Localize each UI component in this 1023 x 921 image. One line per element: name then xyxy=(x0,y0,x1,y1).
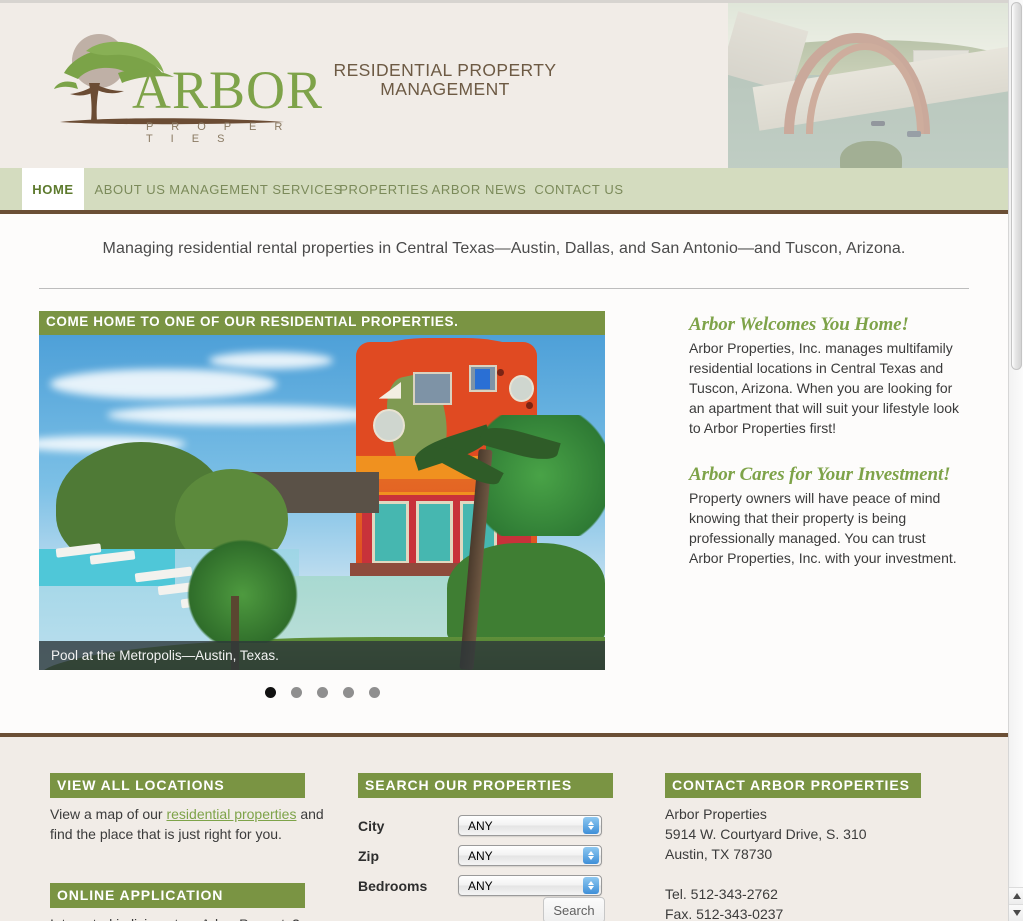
city-select-value: ANY xyxy=(468,818,493,833)
contact-street: 5914 W. Courtyard Drive, S. 310 xyxy=(665,826,867,842)
residential-properties-link[interactable]: residential properties xyxy=(166,806,296,822)
application-body: Interested in living at an Arbor Propert… xyxy=(50,914,340,921)
locations-text-before: View a map of our xyxy=(50,806,167,822)
slideshow-dot-1[interactable] xyxy=(264,686,276,698)
slideshow-dot-4[interactable] xyxy=(342,686,354,698)
search-row-bedrooms: Bedrooms ANY xyxy=(358,875,602,896)
application-heading: ONLINE APPLICATION xyxy=(50,883,305,908)
site-logo[interactable]: ARBOR P R O P E R T I E S xyxy=(34,21,322,145)
city-label: City xyxy=(358,817,385,834)
slideshow-dot-2[interactable] xyxy=(290,686,302,698)
header-tagline: RESIDENTIAL PROPERTY MANAGEMENT xyxy=(333,60,557,99)
slideshow-caption: Pool at the Metropolis—Austin, Texas. xyxy=(39,641,605,670)
chevron-down-icon xyxy=(1012,910,1021,916)
scroll-down-button[interactable] xyxy=(1009,904,1023,921)
scroll-up-button[interactable] xyxy=(1009,887,1023,904)
chevron-up-icon xyxy=(1012,893,1021,899)
footer-search-block: SEARCH OUR PROPERTIES City ANY Zip ANY B… xyxy=(358,773,648,896)
investment-heading: Arbor Cares for Your Investment! xyxy=(689,464,951,485)
bedrooms-select-value: ANY xyxy=(468,878,493,893)
nav-item-properties[interactable]: PROPERTIES xyxy=(336,168,432,210)
footer-application-block: ONLINE APPLICATION Interested in living … xyxy=(50,883,340,921)
main-navigation: HOME ABOUT US MANAGEMENT SERVICES PROPERTIE… xyxy=(0,168,1008,210)
search-row-zip: Zip ANY xyxy=(358,845,602,866)
investment-body: Property owners will have peace of mind … xyxy=(689,490,957,566)
search-button[interactable]: Search xyxy=(543,897,605,921)
contact-name: Arbor Properties xyxy=(665,806,767,822)
slideshow-pagination-dots xyxy=(39,670,605,702)
header-bridge-photo xyxy=(728,3,1008,168)
contact-fax: Fax. 512-343-0237 xyxy=(665,906,784,921)
nav-item-about-us[interactable]: ABOUT US xyxy=(84,168,176,210)
nav-item-home[interactable]: HOME xyxy=(22,168,84,210)
locations-heading: VIEW ALL LOCATIONS xyxy=(50,773,305,798)
footer-contact-block: CONTACT ARBOR PROPERTIES Arbor Propertie… xyxy=(665,773,965,921)
contact-citystatezip: Austin, TX 78730 xyxy=(665,846,773,862)
logo-subtitle: P R O P E R T I E S xyxy=(146,121,290,145)
welcome-heading: Arbor Welcomes You Home! xyxy=(689,314,909,335)
search-row-city: City ANY xyxy=(358,815,602,836)
intro-divider xyxy=(39,288,969,289)
nav-item-arbor-news[interactable]: ARBOR NEWS xyxy=(432,168,526,210)
browser-viewport: ARBOR P R O P E R T I E S RESIDENTIAL PR… xyxy=(0,0,1023,921)
city-select[interactable]: ANY xyxy=(458,815,602,836)
slideshow-dot-5[interactable] xyxy=(368,686,380,698)
main-content: Managing residential rental properties i… xyxy=(0,214,1008,733)
footer-locations-block: VIEW ALL LOCATIONS View a map of our res… xyxy=(50,773,340,844)
site-footer: VIEW ALL LOCATIONS View a map of our res… xyxy=(0,737,1008,921)
logo-wordmark: ARBOR xyxy=(132,60,324,120)
slideshow-dot-3[interactable] xyxy=(316,686,328,698)
welcome-body: Arbor Properties, Inc. manages multifami… xyxy=(689,340,960,436)
zip-select-stepper-icon[interactable] xyxy=(583,847,599,864)
nav-item-management-services[interactable]: MANAGEMENT SERVICES xyxy=(169,168,342,210)
vertical-scrollbar[interactable] xyxy=(1008,0,1023,921)
property-slideshow: COME HOME TO ONE OF OUR RESIDENTIAL PROP… xyxy=(39,311,605,702)
site-header: ARBOR P R O P E R T I E S RESIDENTIAL PR… xyxy=(0,3,1008,168)
slideshow-title: COME HOME TO ONE OF OUR RESIDENTIAL PROP… xyxy=(39,311,605,335)
bedrooms-label: Bedrooms xyxy=(358,877,428,894)
scrollbar-thumb[interactable] xyxy=(1011,2,1022,370)
intro-text: Managing residential rental properties i… xyxy=(102,240,906,257)
nav-item-contact-us[interactable]: CONTACT US xyxy=(526,168,632,210)
contact-heading: CONTACT ARBOR PROPERTIES xyxy=(665,773,921,798)
contact-details: Arbor Properties 5914 W. Courtyard Drive… xyxy=(665,804,965,921)
locations-body: View a map of our residential properties… xyxy=(50,804,340,844)
slideshow-image[interactable]: Pool at the Metropolis—Austin, Texas. xyxy=(39,335,605,670)
zip-label: Zip xyxy=(358,847,379,864)
city-select-stepper-icon[interactable] xyxy=(583,817,599,834)
bedrooms-select-stepper-icon[interactable] xyxy=(583,877,599,894)
bedrooms-select[interactable]: ANY xyxy=(458,875,602,896)
search-heading: SEARCH OUR PROPERTIES xyxy=(358,773,613,798)
zip-select[interactable]: ANY xyxy=(458,845,602,866)
zip-select-value: ANY xyxy=(468,848,493,863)
welcome-sidebar: Arbor Welcomes You Home! Arbor Propertie… xyxy=(689,314,959,568)
contact-tel: Tel. 512-343-2762 xyxy=(665,886,778,902)
